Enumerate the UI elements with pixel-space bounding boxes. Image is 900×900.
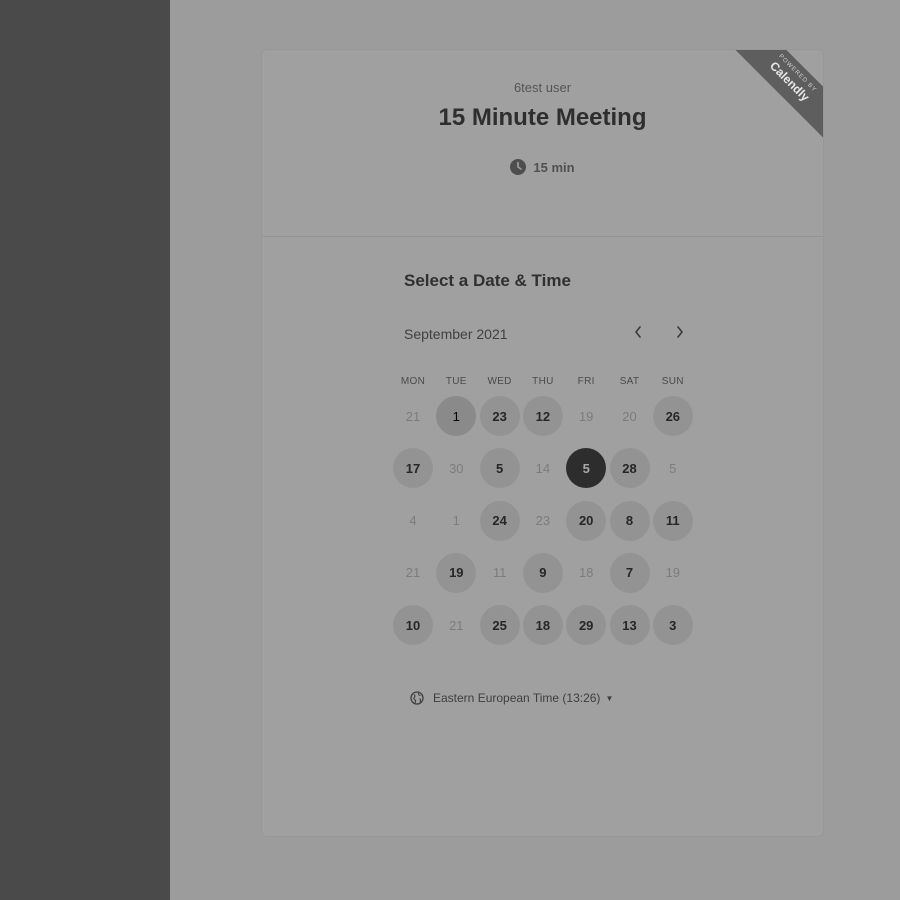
previous-month-button[interactable] — [624, 318, 652, 346]
calendar-day[interactable]: 13 — [609, 605, 650, 646]
timezone-label: Eastern European Time (13:26) — [433, 691, 601, 705]
calendar-day[interactable]: 23 — [479, 396, 520, 436]
calendar-day[interactable]: 17 — [393, 448, 433, 489]
calendar-day: 21 — [449, 617, 464, 633]
select-date-heading: Select a Date & Time — [404, 271, 571, 290]
calendar-day[interactable]: 11 — [652, 500, 693, 541]
calendar-day[interactable]: 12 — [522, 396, 563, 436]
selected-day[interactable]: 5 — [566, 448, 607, 489]
calendar-day: 1 — [452, 513, 460, 529]
event-header: 6test user 15 Minute Meeting 15 min POWE… — [262, 50, 823, 237]
calendar-day: 19 — [665, 565, 681, 581]
calendar-day: 18 — [578, 565, 594, 581]
next-month-button[interactable] — [666, 318, 694, 346]
weekday-label: THU — [532, 376, 554, 387]
calendly-logo-text: Calendly — [766, 58, 813, 105]
calendar-day: 5 — [669, 460, 677, 476]
calendar-day[interactable]: 18 — [522, 605, 563, 646]
timezone-selector[interactable]: Eastern European Time (13:26) ▼ — [410, 691, 613, 705]
weekday-label: MON — [400, 376, 426, 387]
globe-icon — [410, 691, 424, 705]
calendar-day[interactable]: 7 — [609, 552, 650, 593]
calendar-day: 4 — [409, 513, 417, 529]
event-duration: 15 min — [262, 159, 823, 175]
calendar-day: 19 — [578, 408, 594, 424]
calendar-day[interactable]: 1 — [436, 396, 477, 436]
weekday-label: SUN — [661, 376, 684, 387]
left-panel — [0, 0, 170, 900]
calendar-day[interactable]: 24 — [479, 500, 520, 541]
duration-label: 15 min — [533, 159, 575, 175]
booking-card: 6test user 15 Minute Meeting 15 min POWE… — [261, 49, 824, 837]
calendar-day[interactable]: 19 — [436, 552, 477, 593]
weekday-label: WED — [487, 376, 512, 387]
calendar-day[interactable]: 20 — [566, 500, 607, 541]
calendar-day[interactable]: 9 — [522, 552, 563, 593]
calendar-day[interactable]: 5 — [479, 448, 520, 489]
calendar-day[interactable]: 10 — [393, 605, 433, 646]
month-label: September 2021 — [404, 326, 508, 342]
calendar-day: 30 — [449, 460, 464, 476]
chevron-left-icon — [634, 326, 641, 338]
calendar-day: 21 — [405, 408, 421, 424]
calendar-day[interactable]: 8 — [609, 500, 650, 541]
calendar-grid: 21 1 23 12 19 20 26 17 30 5 14 5 28 5 4 1 24 23 20 8 11 21 19 1… — [393, 396, 697, 656]
calendar-day[interactable]: 3 — [652, 605, 693, 646]
weekday-label: TUE — [445, 376, 467, 387]
calendar-day[interactable]: 28 — [609, 448, 650, 489]
calendar-day[interactable]: 26 — [652, 396, 693, 436]
calendar-day: 11 — [492, 565, 507, 581]
calendar-day[interactable]: 25 — [479, 605, 520, 646]
powered-by-badge[interactable]: POWERED BY Calendly — [733, 50, 823, 150]
chevron-right-icon — [677, 326, 684, 338]
calendar-day: 23 — [535, 513, 551, 529]
weekday-label: FRI — [577, 376, 595, 387]
calendar-day: 20 — [622, 408, 637, 424]
calendar-day: 21 — [405, 565, 421, 581]
weekday-label: SAT — [619, 376, 640, 387]
clock-icon — [510, 159, 527, 175]
caret-down-icon: ▼ — [605, 693, 614, 703]
weekday-header: MON TUE WED THU FRI SAT SUN — [393, 376, 697, 390]
calendar-day: 14 — [535, 460, 551, 476]
calendar-day[interactable]: 29 — [566, 605, 607, 646]
